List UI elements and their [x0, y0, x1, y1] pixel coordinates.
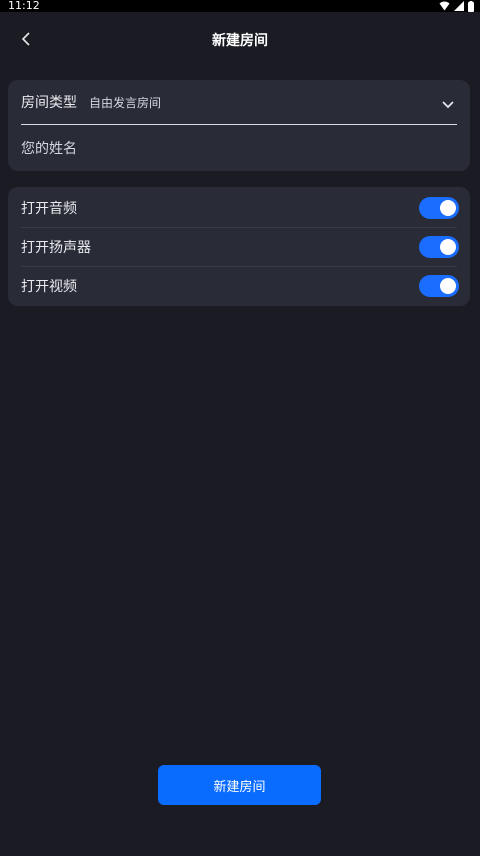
- video-setting-row: 打开视频: [21, 266, 459, 305]
- name-row: [21, 126, 457, 171]
- audio-setting-row: 打开音频: [21, 188, 459, 227]
- wifi-icon: [439, 1, 450, 11]
- room-type-selector[interactable]: 房间类型 自由发言房间: [21, 80, 457, 125]
- chevron-down-icon: [441, 96, 455, 109]
- back-button[interactable]: [12, 26, 40, 54]
- video-toggle[interactable]: [419, 275, 459, 297]
- speaker-toggle[interactable]: [419, 236, 459, 258]
- speaker-toggle-label: 打开扬声器: [21, 240, 91, 256]
- audio-toggle[interactable]: [419, 196, 459, 219]
- video-toggle-label: 打开视频: [21, 279, 77, 295]
- media-settings-card: 打开音频 打开扬声器 打开视频: [8, 187, 470, 306]
- room-info-card: 房间类型 自由发言房间: [8, 80, 470, 171]
- status-icons: [439, 0, 474, 12]
- create-room-button[interactable]: 新建房间: [158, 765, 321, 805]
- status-time: 11:12: [8, 0, 40, 12]
- page-title: 新建房间: [212, 33, 268, 49]
- status-bar: 11:12: [0, 0, 480, 12]
- speaker-setting-row: 打开扬声器: [21, 227, 459, 266]
- name-input[interactable]: [21, 140, 457, 157]
- chevron-left-icon: [21, 31, 31, 50]
- toggle-knob: [440, 278, 456, 294]
- battery-icon: [468, 0, 474, 12]
- signal-icon: [454, 1, 464, 11]
- toggle-knob: [440, 199, 456, 216]
- room-type-value: 自由发言房间: [89, 95, 162, 110]
- audio-toggle-label: 打开音频: [21, 200, 77, 217]
- toggle-knob: [440, 239, 456, 255]
- app-header: 新建房间: [0, 12, 480, 68]
- room-type-label: 房间类型: [21, 95, 77, 111]
